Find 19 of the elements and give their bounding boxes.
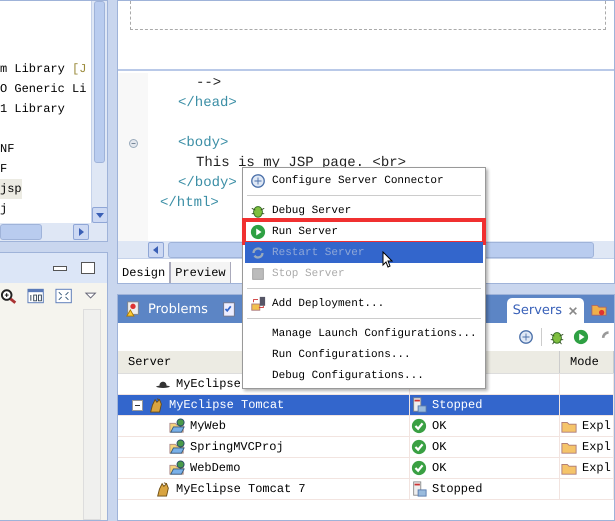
mode-text: Expl [582, 440, 611, 454]
state-text: OK [432, 440, 446, 454]
state-text: Stopped [432, 398, 482, 412]
code-line: </html> [160, 194, 219, 213]
state-text: Stopped [432, 482, 482, 496]
server-name: MyEclipse Tomcat 7 [176, 482, 306, 496]
server-name: MyEclipse Tomcat [169, 398, 284, 412]
code-line: <body> [178, 134, 228, 153]
server-name: SpringMVCProj [190, 440, 284, 454]
state-text: OK [432, 461, 446, 475]
server-name: MyWeb [190, 419, 226, 433]
code-line: </body> [178, 174, 237, 193]
state-text: OK [432, 419, 446, 433]
mode-text: Expl [582, 461, 611, 475]
mode-text: Expl [582, 419, 611, 433]
server-name: WebDemo [190, 461, 240, 475]
server-name: MyEclipse [176, 377, 241, 391]
code-line: --> [196, 74, 222, 93]
code-line: </head> [178, 94, 237, 113]
